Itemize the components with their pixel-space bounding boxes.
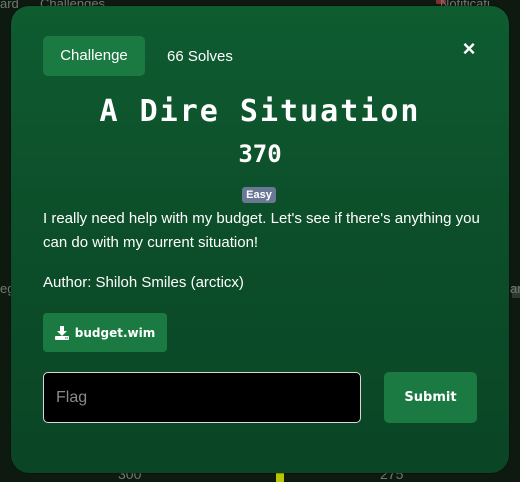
challenge-points: 370 [238,140,282,168]
download-icon [54,325,69,340]
challenge-modal: × Challenge 66 Solves A Dire Situation 3… [11,6,509,473]
challenge-author: Author: Shiloh Smiles (arcticx) [43,274,244,291]
flag-input[interactable] [43,372,361,423]
background-nav-fragment: ard [0,0,19,11]
challenge-title: A Dire Situation [99,94,421,129]
tab-solves[interactable]: 66 Solves [157,36,243,76]
close-icon[interactable]: × [459,38,479,60]
submit-button[interactable]: Submit [384,372,477,423]
download-file-button[interactable]: budget.wim [43,313,167,352]
tab-challenge[interactable]: Challenge [43,36,145,76]
download-file-label: budget.wim [74,325,156,340]
difficulty-badge: Easy [242,187,276,203]
background-right-fragment: ar [510,281,520,296]
challenge-description: I really need help with my budget. Let's… [43,210,480,251]
